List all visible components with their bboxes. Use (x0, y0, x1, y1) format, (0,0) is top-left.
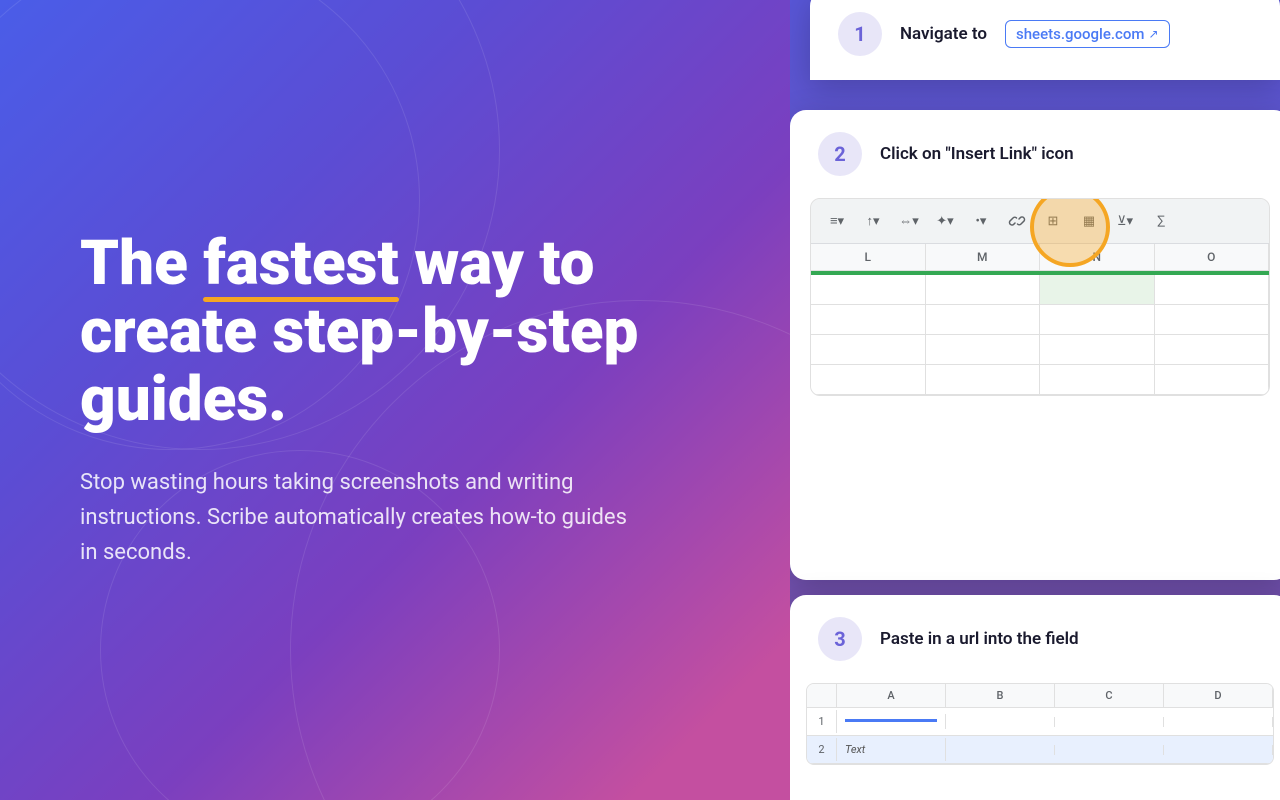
toolbar-align-icon[interactable]: ≡▾ (823, 207, 851, 235)
step-3-header: 3 Paste in a url into the field (790, 595, 1280, 683)
step3-col-B: B (946, 684, 1055, 707)
hero-subtitle: Stop wasting hours taking screenshots an… (80, 465, 640, 571)
spreadsheet-grid-step2: L M N O (811, 244, 1269, 395)
step-card-2: 2 Click on "Insert Link" icon ≡▾ ↑▾ ⇔▾ ✦… (790, 110, 1280, 580)
cell-M1[interactable] (926, 275, 1041, 305)
grid-row-1 (811, 275, 1269, 305)
step-2-header: 2 Click on "Insert Link" icon (790, 110, 1280, 198)
cell-L2[interactable] (811, 305, 926, 335)
step-2-screenshot: ≡▾ ↑▾ ⇔▾ ✦▾ •▾ ⊞ ▦ ⊻▾ ∑ (810, 198, 1270, 396)
step3-rownum-1: 1 (807, 710, 837, 733)
left-panel: The fastest way to create step-by-step g… (0, 0, 790, 800)
cell-L4[interactable] (811, 365, 926, 395)
toolbar-freeze-icon[interactable]: ⇔▾ (895, 207, 923, 235)
col-header-M: M (926, 244, 1041, 270)
step3-row-num-header (807, 684, 837, 707)
step3-col-C: C (1055, 684, 1164, 707)
title-part2: way to (399, 227, 595, 300)
cell-L3[interactable] (811, 335, 926, 365)
cell-L1[interactable] (811, 275, 926, 305)
step3-cell-D2[interactable] (1164, 745, 1273, 755)
step3-header-row: A B C D (807, 684, 1273, 708)
step3-col-A: A (837, 684, 946, 707)
title-highlight: fastest (203, 230, 398, 298)
step-2-text: Click on "Insert Link" icon (880, 144, 1074, 164)
cell-O4[interactable] (1155, 365, 1270, 395)
cell-N2[interactable] (1040, 305, 1155, 335)
toolbar-sum-icon[interactable]: ∑ (1147, 207, 1175, 235)
step3-cell-C2[interactable] (1055, 745, 1164, 755)
step-3-number: 3 (818, 617, 862, 661)
step3-cell-A1[interactable] (837, 714, 946, 729)
blue-bar (845, 719, 937, 722)
step-2-number: 2 (818, 132, 862, 176)
step-1-link[interactable]: sheets.google.com ↗ (1005, 20, 1170, 48)
toolbar-dot-icon[interactable]: •▾ (967, 207, 995, 235)
step3-row-1: 1 (807, 708, 1273, 736)
step-card-1: 1 Navigate to sheets.google.com ↗ (810, 0, 1280, 80)
cell-N4[interactable] (1040, 365, 1155, 395)
step3-row-2: 2 Text (807, 736, 1273, 764)
step3-cell-A2[interactable]: Text (837, 738, 946, 761)
toolbar-filter2-icon[interactable]: ✦▾ (931, 207, 959, 235)
step-1-header: 1 Navigate to sheets.google.com ↗ (810, 0, 1280, 78)
col-header-O: O (1155, 244, 1270, 270)
col-header-L: L (811, 244, 926, 270)
cell-N3[interactable] (1040, 335, 1155, 365)
title-part1: The (80, 227, 203, 300)
toolbar-filteralt-icon[interactable]: ⊻▾ (1111, 207, 1139, 235)
step-1-text: Navigate to (900, 24, 987, 44)
step3-rownum-2: 2 (807, 738, 837, 761)
right-panel: 1 Navigate to sheets.google.com ↗ 2 Clic… (790, 0, 1280, 800)
title-line3: guides. (80, 363, 287, 436)
step-1-link-text: sheets.google.com (1016, 25, 1144, 43)
step-1-number: 1 (838, 12, 882, 56)
external-link-icon: ↗ (1148, 27, 1158, 41)
hero-title: The fastest way to create step-by-step g… (80, 230, 730, 435)
step-3-text: Paste in a url into the field (880, 629, 1079, 649)
cell-M4[interactable] (926, 365, 1041, 395)
cell-O2[interactable] (1155, 305, 1270, 335)
grid-row-3 (811, 335, 1269, 365)
step3-cell-B2[interactable] (946, 745, 1055, 755)
toolbar-sort-icon[interactable]: ↑▾ (859, 207, 887, 235)
cell-N1[interactable] (1040, 275, 1155, 305)
step3-cell-B1[interactable] (946, 717, 1055, 727)
cell-M3[interactable] (926, 335, 1041, 365)
grid-row-4 (811, 365, 1269, 395)
toolbar-row: ≡▾ ↑▾ ⇔▾ ✦▾ •▾ ⊞ ▦ ⊻▾ ∑ (811, 199, 1269, 244)
step3-cell-D1[interactable] (1164, 717, 1273, 727)
title-line2: create step-by-step (80, 295, 638, 368)
col-header-N: N (1040, 244, 1155, 270)
toolbar-addcol-icon[interactable]: ⊞ (1039, 207, 1067, 235)
grid-row-2 (811, 305, 1269, 335)
cell-M2[interactable] (926, 305, 1041, 335)
step3-col-D: D (1164, 684, 1273, 707)
step3-cell-C1[interactable] (1055, 717, 1164, 727)
cell-O1[interactable] (1155, 275, 1270, 305)
grid-header: L M N O (811, 244, 1269, 271)
cell-O3[interactable] (1155, 335, 1270, 365)
step-card-3: 3 Paste in a url into the field A B C D … (790, 595, 1280, 800)
step-3-screenshot: A B C D 1 2 Text (806, 683, 1274, 765)
toolbar-link-icon[interactable] (1003, 207, 1031, 235)
toolbar-chart-icon[interactable]: ▦ (1075, 207, 1103, 235)
